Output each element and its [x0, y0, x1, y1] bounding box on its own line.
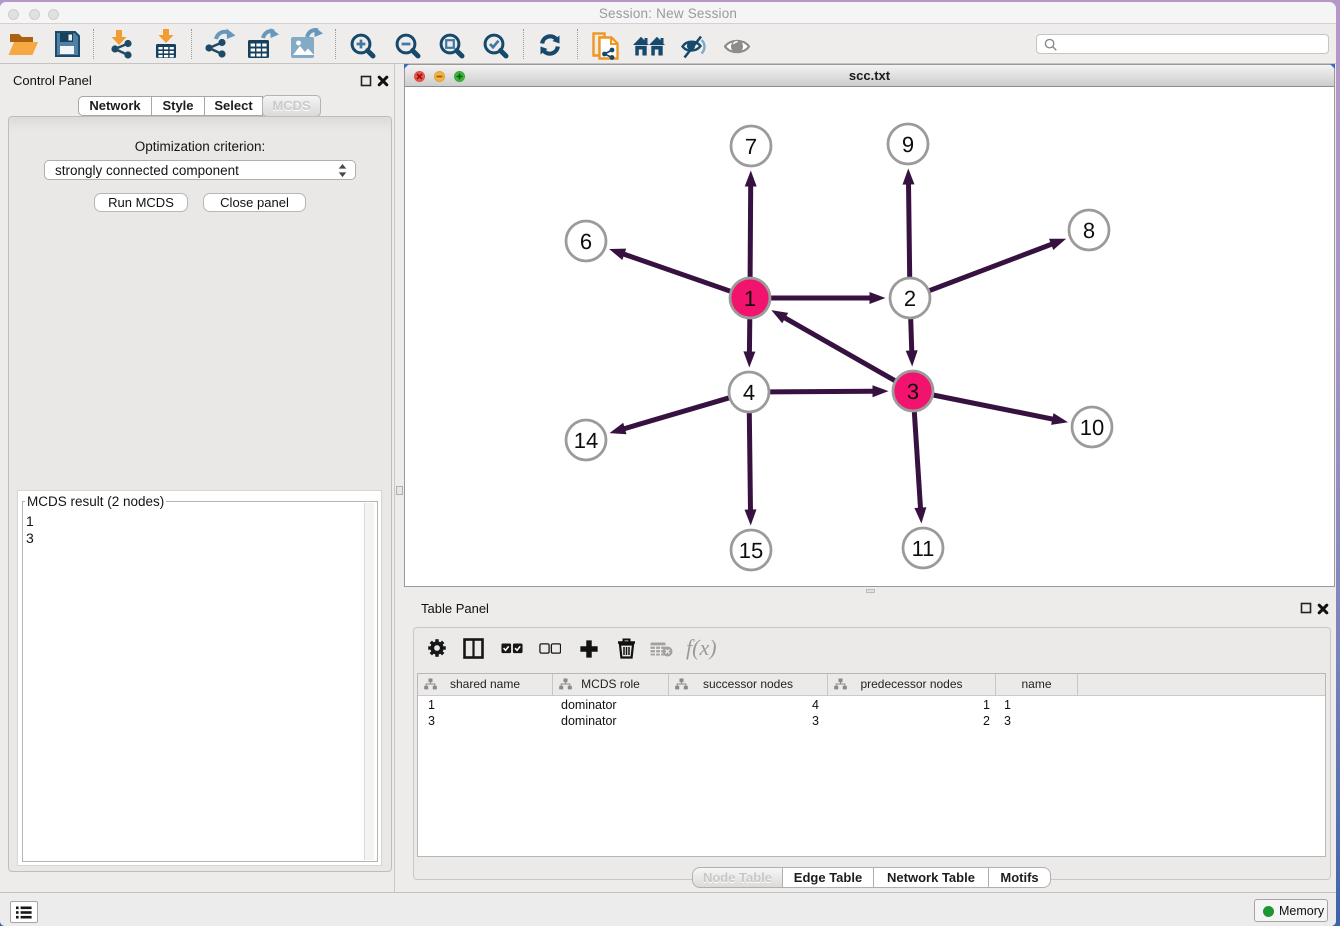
svg-text:8: 8 [1083, 218, 1095, 243]
svg-text:15: 15 [739, 538, 763, 563]
svg-text:4: 4 [743, 380, 755, 405]
svg-text:2: 2 [904, 286, 916, 311]
svg-text:14: 14 [574, 428, 598, 453]
svg-text:11: 11 [912, 536, 935, 561]
svg-text:10: 10 [1080, 415, 1104, 440]
svg-text:6: 6 [580, 229, 592, 254]
svg-text:1: 1 [744, 286, 756, 311]
svg-text:9: 9 [902, 132, 914, 157]
svg-text:7: 7 [745, 134, 757, 159]
svg-text:3: 3 [907, 379, 919, 404]
